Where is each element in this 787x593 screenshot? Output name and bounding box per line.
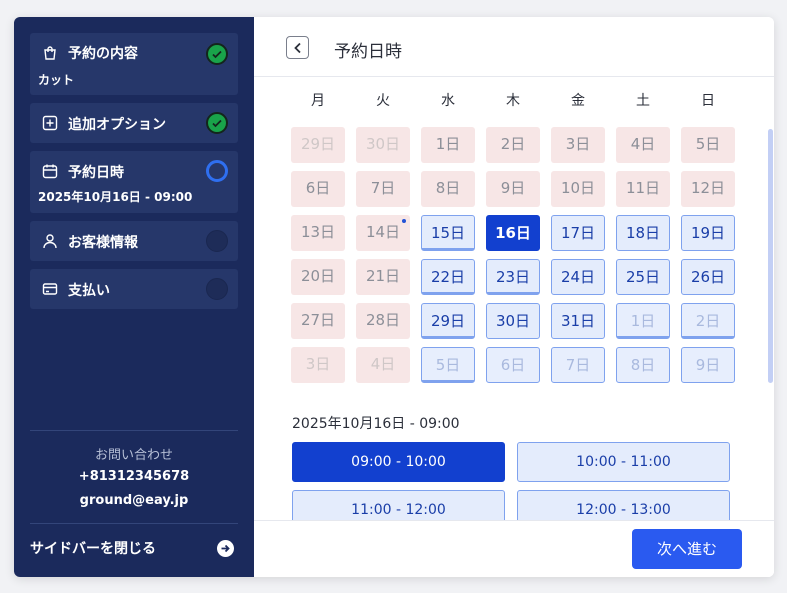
weekday-label: 火 — [376, 93, 390, 109]
calendar-day: 10日 — [551, 171, 605, 207]
step-label: 予約日時 — [68, 165, 124, 181]
calendar-day: 3日 — [551, 127, 605, 163]
calendar-day: 4日 — [356, 347, 410, 383]
calendar-day-today: 14日 — [356, 215, 410, 251]
page-title: 予約日時 — [334, 42, 402, 62]
calendar-day: 8日 — [421, 171, 475, 207]
step-additional-options[interactable]: 追加オプション — [30, 103, 238, 143]
check-icon — [206, 43, 228, 65]
step-customer-info[interactable]: お客様情報 — [30, 221, 238, 261]
person-icon — [42, 233, 58, 249]
day-number: 14日 — [365, 223, 401, 241]
contact-email[interactable]: ground@eay.jp — [14, 493, 254, 508]
time-slot[interactable]: 10:00 - 11:00 — [517, 442, 730, 482]
calendar-icon — [42, 163, 58, 179]
calendar-day[interactable]: 31日 — [551, 303, 605, 339]
calendar-day: 4日 — [616, 127, 670, 163]
arrow-right-icon[interactable] — [217, 540, 234, 557]
calendar-day: 6日 — [291, 171, 345, 207]
booking-window: 予約の内容 カット 追加オプション 予約日時 2025年10月16日 - 09:… — [14, 17, 774, 577]
main-panel: 予約日時 月 火 水 木 金 土 日 29日 30日 1日 2日 3日 4日 5… — [254, 17, 774, 577]
main-header: 予約日時 — [254, 17, 774, 77]
contact-heading: お問い合わせ — [94, 448, 173, 463]
calendar-day: 11日 — [616, 171, 670, 207]
step-label: 追加オプション — [68, 117, 166, 133]
step-reservation-datetime[interactable]: 予約日時 2025年10月16日 - 09:00 — [30, 151, 238, 213]
step-reservation-content[interactable]: 予約の内容 カット — [30, 33, 238, 95]
calendar-day[interactable]: 29日 — [421, 303, 475, 339]
pending-step-indicator — [206, 278, 228, 300]
calendar-day: 2日 — [486, 127, 540, 163]
plus-square-icon — [42, 115, 58, 131]
calendar-day[interactable]: 19日 — [681, 215, 735, 251]
card-icon — [42, 281, 58, 297]
scrollbar[interactable] — [768, 129, 773, 383]
calendar-day[interactable]: 15日 — [421, 215, 475, 251]
step-sub-label: カット — [38, 73, 75, 87]
calendar-day: 9日 — [486, 171, 540, 207]
weekday-label: 金 — [571, 93, 585, 109]
footer: 次へ進む — [254, 520, 774, 577]
check-icon — [206, 112, 228, 134]
step-sub-label: 2025年10月16日 - 09:00 — [38, 190, 193, 204]
step-label: 予約の内容 — [68, 46, 138, 62]
divider — [30, 523, 238, 524]
calendar-day[interactable]: 23日 — [486, 259, 540, 295]
weekday-label: 日 — [701, 93, 715, 109]
divider — [30, 430, 238, 431]
chevron-left-icon — [294, 42, 301, 54]
contact-phone[interactable]: +81312345678 — [14, 469, 254, 484]
calendar-day: 3日 — [291, 347, 345, 383]
next-button[interactable]: 次へ進む — [632, 529, 742, 569]
calendar-day[interactable]: 25日 — [616, 259, 670, 295]
calendar-day[interactable]: 7日 — [551, 347, 605, 383]
weekday-label: 土 — [636, 93, 650, 109]
selected-datetime: 2025年10月16日 - 09:00 — [292, 416, 460, 432]
sidebar: 予約の内容 カット 追加オプション 予約日時 2025年10月16日 - 09:… — [14, 17, 254, 577]
bag-icon — [42, 45, 58, 61]
calendar-day[interactable]: 17日 — [551, 215, 605, 251]
calendar-day: 1日 — [421, 127, 475, 163]
calendar-day[interactable]: 26日 — [681, 259, 735, 295]
calendar-day[interactable]: 9日 — [681, 347, 735, 383]
calendar-day[interactable]: 6日 — [486, 347, 540, 383]
calendar-day: 28日 — [356, 303, 410, 339]
calendar-day[interactable]: 2日 — [681, 303, 735, 339]
calendar-day[interactable]: 1日 — [616, 303, 670, 339]
calendar-day[interactable]: 24日 — [551, 259, 605, 295]
current-step-indicator — [206, 160, 228, 182]
weekday-label: 木 — [506, 93, 520, 109]
weekday-label: 月 — [311, 93, 325, 109]
back-button[interactable] — [286, 36, 309, 59]
calendar-day-selected[interactable]: 16日 — [486, 215, 540, 251]
step-label: お客様情報 — [68, 235, 138, 251]
weekday-label: 水 — [441, 93, 455, 109]
close-sidebar-button[interactable]: サイドバーを閉じる — [30, 538, 156, 558]
today-dot-icon — [402, 219, 406, 223]
calendar-day: 30日 — [356, 127, 410, 163]
calendar-day: 13日 — [291, 215, 345, 251]
calendar-day: 7日 — [356, 171, 410, 207]
time-slot-selected[interactable]: 09:00 - 10:00 — [292, 442, 505, 482]
step-label: 支払い — [68, 283, 110, 299]
calendar-day: 5日 — [681, 127, 735, 163]
calendar-day: 21日 — [356, 259, 410, 295]
calendar-day[interactable]: 22日 — [421, 259, 475, 295]
calendar-day: 29日 — [291, 127, 345, 163]
calendar-day: 12日 — [681, 171, 735, 207]
calendar-day: 20日 — [291, 259, 345, 295]
calendar-day[interactable]: 18日 — [616, 215, 670, 251]
calendar-day[interactable]: 8日 — [616, 347, 670, 383]
calendar-day: 27日 — [291, 303, 345, 339]
step-payment[interactable]: 支払い — [30, 269, 238, 309]
pending-step-indicator — [206, 230, 228, 252]
calendar-day[interactable]: 5日 — [421, 347, 475, 383]
calendar-day[interactable]: 30日 — [486, 303, 540, 339]
